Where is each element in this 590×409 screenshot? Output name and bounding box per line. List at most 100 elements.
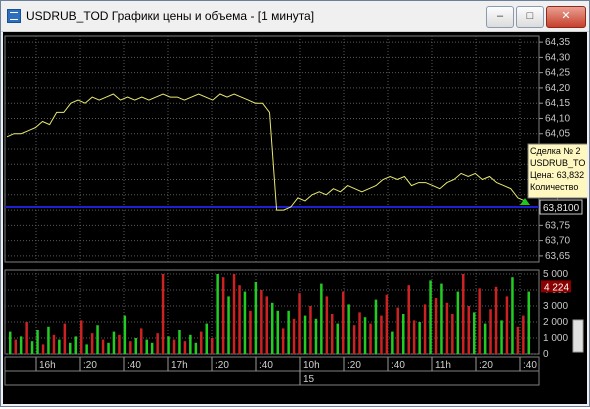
tooltip-line-4: Количество [530,182,578,192]
volume-bar [363,317,367,354]
volume-bar [320,283,323,354]
tooltip-line-3: Цена: 63,832 [530,170,584,180]
volume-bar [140,328,143,354]
volume-bar [189,334,192,354]
tooltip-line-2: USDRUB_TO [530,158,585,168]
volume-bar [358,312,361,354]
volume-bar [200,331,203,354]
time-tick-label: :20 [215,360,229,371]
volume-bar [41,344,45,354]
volume-bar [25,322,28,354]
volume-bar [112,331,116,354]
price-tick-label: 64,30 [545,52,570,63]
time-tick-label: :40 [523,360,537,371]
volume-bar [391,331,394,354]
price-tick-label: 64,10 [545,113,570,124]
maximize-icon: □ [526,10,534,22]
volume-bar [194,342,198,354]
volume-bar [178,330,181,354]
volume-bar [418,322,421,354]
volume-bar [527,291,530,354]
volume-axis: 5 0004 0003 0002 0001 00004 224 [541,269,571,360]
volume-bar [445,302,449,354]
time-tick-label: :20 [83,360,97,371]
price-tick-label: 64,20 [545,83,570,94]
volume-bar [347,304,350,354]
volume-bar [167,336,170,354]
volume-tick-label: 3 000 [543,301,568,312]
volume-bar [211,338,214,354]
volume-bar [172,339,176,354]
volume-bar [216,274,219,354]
volume-bar [58,339,61,354]
volume-bar [254,282,258,354]
volume-bar [260,290,263,354]
volume-bar [271,302,274,354]
volume-bar [85,344,88,354]
volume-bar [232,274,236,354]
chart-area[interactable]: 64,3564,3064,2564,2064,1564,1064,0564,00… [3,32,589,404]
volume-bar [440,283,443,354]
close-button[interactable]: ✕ [546,6,586,28]
volume-bar [494,286,498,354]
window-title: USDRUB_TOD Графики цены и объема - [1 ми… [26,9,315,23]
volume-bar [183,341,187,354]
volume-bar [134,338,137,354]
volume-bar [107,342,110,354]
time-tick-label: :40 [259,360,273,371]
volume-bar [281,328,285,354]
volume-bar [30,341,34,354]
volume-bar [467,306,470,354]
volume-bar [249,310,252,354]
volume-bar [331,314,334,354]
current-price-label: 63,8100 [543,203,580,214]
volume-bar [123,315,127,354]
volume-bar [221,277,225,354]
volume-bar [238,285,241,354]
volume-bar [145,339,148,354]
volume-bar [516,326,520,354]
volume-bar [407,285,410,354]
volume-bar [352,325,356,354]
volume-bar [287,310,290,354]
time-tick-label: 17h [171,360,188,371]
price-tick-label: 63,75 [545,220,570,231]
volume-bar [473,312,476,354]
date-label: 15 [303,374,315,385]
volume-bar [456,291,460,354]
volume-bar [118,334,121,354]
volume-bar [489,309,492,354]
volume-bar [451,314,454,354]
time-tick-label: :20 [479,360,493,371]
volume-bar [429,280,432,354]
volume-bar [325,296,329,354]
chart-svg[interactable]: 64,3564,3064,2564,2064,1564,1064,0564,00… [3,32,589,404]
volume-scrollbar[interactable] [572,319,584,353]
volume-bar [47,326,50,354]
time-tick-label: :40 [127,360,141,371]
title-bar[interactable]: USDRUB_TOD Графики цены и объема - [1 ми… [1,1,589,32]
time-tick-label: :40 [391,360,405,371]
price-tick-label: 63,70 [545,236,570,247]
volume-bar [336,323,339,354]
minimize-button[interactable]: – [486,6,514,28]
volume-bar [412,320,416,354]
volume-bar [434,298,438,354]
maximize-button[interactable]: □ [516,6,544,28]
chart-window: USDRUB_TOD Графики цены и объема - [1 ми… [0,0,590,407]
volume-value-label: 4 224 [544,282,569,293]
volume-bar [314,318,318,354]
volume-bar [298,293,301,354]
volume-tick-label: 1 000 [543,333,568,344]
volume-bar [522,315,525,354]
volume-bar [309,306,312,354]
price-tick-label: 64,15 [545,98,570,109]
volume-bar [63,323,67,354]
volume-bar [90,333,94,354]
volume-bar [265,296,268,354]
volume-bar [52,334,56,354]
time-tick-label: :20 [347,360,361,371]
volume-bar [243,291,247,354]
volume-bar [101,339,105,354]
price-tick-label: 64,05 [545,129,570,140]
